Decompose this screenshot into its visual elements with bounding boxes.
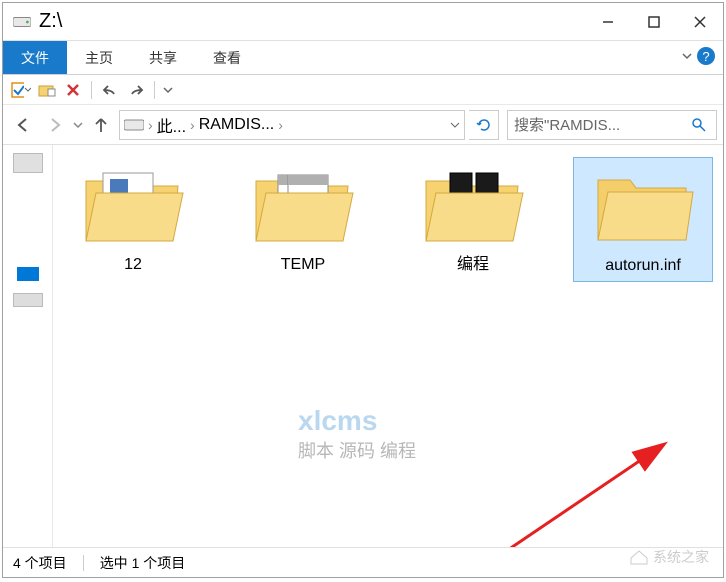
redo-button[interactable] (126, 80, 146, 100)
folder-new-icon (38, 82, 56, 98)
item-label: 12 (124, 255, 142, 276)
folder-preview-icon (78, 161, 188, 251)
tab-home[interactable]: 主页 (67, 41, 131, 74)
chevron-down-icon[interactable] (681, 50, 693, 62)
minimize-icon (602, 16, 614, 28)
tab-file[interactable]: 文件 (3, 41, 67, 74)
navigation-pane[interactable] (3, 145, 53, 547)
selection-count: 选中 1 个项目 (100, 553, 186, 573)
new-folder-button[interactable] (37, 80, 57, 100)
arrow-right-icon (45, 115, 65, 135)
titlebar: Z:\ (3, 3, 723, 41)
arrow-left-icon (13, 115, 33, 135)
status-bar: 4 个项目 选中 1 个项目 系统之家 (3, 547, 723, 577)
search-icon (691, 117, 707, 133)
chevron-right-icon: › (146, 117, 155, 133)
navigation-bar: › 此... › RAMDIS... › 搜索"RAMDIS... (3, 105, 723, 145)
item-label: 编程 (457, 255, 489, 276)
close-icon (694, 16, 706, 28)
dropdown-icon (24, 87, 31, 93)
drive-icon (13, 15, 31, 29)
folder-item[interactable]: 12 (63, 157, 203, 282)
watermark: 系统之家 (629, 547, 709, 567)
item-label: autorun.inf (605, 256, 681, 277)
folder-item[interactable]: 编程 (403, 157, 543, 282)
back-button[interactable] (9, 111, 37, 139)
undo-icon (102, 83, 118, 97)
house-icon (629, 549, 649, 565)
close-button[interactable] (677, 7, 723, 37)
redo-icon (128, 83, 144, 97)
watermark: xlcms 脚本 源码 编程 (298, 405, 416, 463)
forward-button[interactable] (41, 111, 69, 139)
separator (91, 81, 92, 99)
address-dropdown[interactable] (450, 121, 460, 129)
separator (83, 555, 84, 571)
folder-icon (588, 162, 698, 252)
delete-button[interactable] (63, 80, 83, 100)
minimize-button[interactable] (585, 7, 631, 37)
chevron-right-icon: › (188, 117, 197, 133)
properties-button[interactable] (11, 80, 31, 100)
breadcrumb-item[interactable]: 此... (157, 113, 186, 137)
folder-item-selected[interactable]: autorun.inf (573, 157, 713, 282)
arrow-up-icon (92, 116, 110, 134)
refresh-button[interactable] (469, 110, 499, 140)
annotation-arrow (293, 435, 693, 547)
tab-share[interactable]: 共享 (131, 41, 195, 74)
refresh-icon (476, 117, 492, 133)
up-button[interactable] (87, 111, 115, 139)
maximize-icon (648, 16, 660, 28)
help-button[interactable]: ? (697, 47, 715, 65)
search-input[interactable]: 搜索"RAMDIS... (507, 110, 717, 140)
tab-view[interactable]: 查看 (195, 41, 259, 74)
search-placeholder: 搜索"RAMDIS... (514, 114, 620, 135)
folder-item[interactable]: TEMP (233, 157, 373, 282)
maximize-button[interactable] (631, 7, 677, 37)
file-list[interactable]: 12 TEMP (53, 145, 723, 547)
address-bar[interactable]: › 此... › RAMDIS... › (119, 110, 465, 140)
item-count: 4 个项目 (13, 553, 67, 573)
separator (154, 81, 155, 99)
item-label: TEMP (281, 255, 325, 276)
folder-preview-icon (248, 161, 358, 251)
breadcrumb-item[interactable]: RAMDIS... (199, 116, 275, 134)
delete-icon (66, 83, 80, 97)
sidebar-item[interactable] (13, 153, 43, 173)
sidebar-item-thispc[interactable] (17, 267, 39, 281)
customize-dropdown[interactable] (163, 86, 173, 94)
checkbox-icon (11, 82, 24, 98)
folder-preview-icon (418, 161, 528, 251)
ribbon-tabs: 文件 主页 共享 查看 ? (3, 41, 723, 75)
chevron-right-icon: › (276, 117, 285, 133)
quick-access-toolbar (3, 75, 723, 105)
drive-icon (124, 118, 144, 132)
sidebar-item[interactable] (13, 293, 43, 307)
undo-button[interactable] (100, 80, 120, 100)
history-dropdown[interactable] (73, 121, 83, 129)
window-title: Z:\ (39, 10, 585, 33)
